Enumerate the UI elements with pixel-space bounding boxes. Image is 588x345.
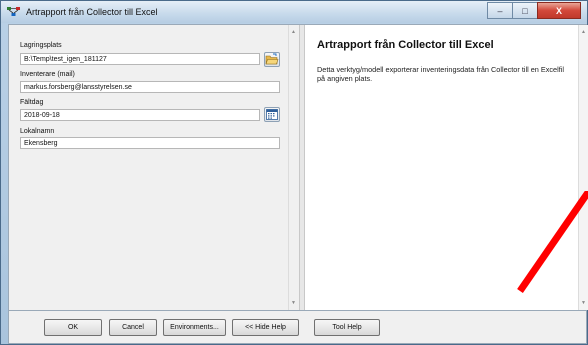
inventerare-label: Inventerare (mail)	[20, 71, 75, 78]
help-title: Artrapport från Collector till Excel	[317, 39, 494, 51]
window-title: Artrapport från Collector till Excel	[26, 7, 158, 17]
date-picker-button[interactable]	[264, 107, 280, 122]
calendar-icon	[266, 109, 278, 120]
window-controls: – □ X	[487, 2, 581, 20]
tool-dialog-window: Artrapport från Collector till Excel – □…	[0, 0, 588, 345]
faltdag-input[interactable]: 2018-09-18	[20, 109, 260, 121]
ok-button[interactable]: OK	[44, 319, 102, 336]
lokalnamn-label: Lokalnamn	[20, 128, 55, 135]
red-annotation-line	[517, 191, 588, 293]
cancel-button[interactable]: Cancel	[109, 319, 157, 336]
help-scroll-up-icon[interactable]: ▲	[581, 29, 586, 35]
inventerare-input[interactable]: markus.forsberg@lansstyrelsen.se	[20, 81, 280, 93]
close-button[interactable]: X	[537, 2, 581, 19]
faltdag-label: Fältdag	[20, 99, 44, 106]
lokalnamn-input[interactable]: Ekensberg	[20, 137, 280, 149]
dialog-content: Lagringsplats B:\Temp\test_igen_181127 I…	[8, 24, 588, 311]
help-description: Detta verktyg/modell exporterar inventer…	[317, 65, 564, 83]
button-bar: OK Cancel Environments... << Hide Help T…	[8, 311, 587, 344]
folder-open-icon	[265, 53, 279, 65]
title-bar[interactable]: Artrapport från Collector till Excel – □…	[1, 1, 587, 23]
model-tool-icon	[7, 7, 20, 16]
parameters-scrollbar[interactable]: ▲ ▼	[288, 25, 299, 310]
tool-help-button[interactable]: Tool Help	[314, 319, 380, 336]
lagringsplats-label: Lagringsplats	[20, 42, 62, 49]
hide-help-button[interactable]: << Hide Help	[232, 319, 299, 336]
scroll-up-icon[interactable]: ▲	[291, 29, 296, 35]
parameters-pane: Lagringsplats B:\Temp\test_igen_181127 I…	[9, 25, 299, 310]
lagringsplats-input[interactable]: B:\Temp\test_igen_181127	[20, 53, 260, 65]
maximize-button[interactable]: □	[512, 2, 538, 19]
scroll-down-icon[interactable]: ▼	[291, 300, 296, 306]
environments-button[interactable]: Environments...	[163, 319, 226, 336]
minimize-button[interactable]: –	[487, 2, 513, 19]
browse-folder-button[interactable]	[264, 52, 280, 67]
